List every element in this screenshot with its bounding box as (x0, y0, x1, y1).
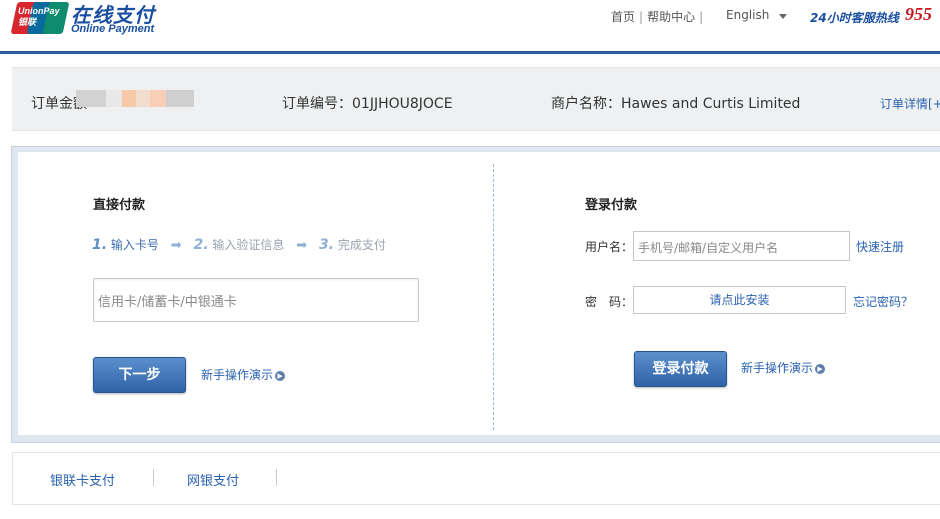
unionpay-logo: UnionPay 银联 (10, 0, 70, 36)
redacted-amount-part (166, 90, 194, 107)
login-pay-button[interactable]: 登录付款 (634, 351, 727, 387)
order-info-bar: 订单金额 订单编号：01JJHOU8JOCE 商户名称：Hawes and Cu… (12, 67, 940, 131)
redacted-amount (76, 90, 106, 107)
redacted-amount-part (106, 90, 122, 107)
forgot-password-link[interactable]: 忘记密码？ (853, 293, 913, 310)
hotline-label: 24小时客服热线 (810, 11, 899, 25)
beginner-demo-link[interactable]: 新手操作演示 ▶ (741, 359, 826, 376)
login-pay-title: 登录付款 (585, 198, 638, 213)
order-number-value: 01JJHOU8JOCE (352, 96, 453, 112)
quick-register-link[interactable]: 快速注册 (856, 238, 904, 255)
redacted-amount-part (150, 90, 166, 107)
page-header: UnionPay 银联 在线支付 Online Payment 首页 | 帮助中心 |… (0, 0, 940, 54)
username-input[interactable]: 手机号/邮箱/自定义用户名 (633, 231, 850, 261)
header-divider (0, 51, 940, 54)
chevron-down-icon[interactable] (779, 14, 787, 19)
nav-home-link[interactable]: 首页 (611, 10, 635, 24)
payment-panel: 直接付款 1. 输入卡号 ➡ 2. 输入验证信息 ➡ 3. 完成支付 信用卡/储… (11, 146, 940, 443)
brand-subtitle: Online Payment (71, 23, 155, 35)
arrow-right-icon: ➡ (296, 238, 308, 253)
card-number-input[interactable]: 信用卡/储蓄卡/中银通卡 (93, 278, 419, 322)
arrow-right-icon: ➡ (170, 238, 182, 253)
progress-steps: 1. 输入卡号 ➡ 2. 输入验证信息 ➡ 3. 完成支付 (92, 236, 386, 253)
payment-method-tabs: 银联卡支付 网银支付 (12, 452, 940, 505)
redacted-amount-part (122, 90, 136, 107)
top-nav: 首页 | 帮助中心 | (611, 8, 707, 26)
nav-separator: | (699, 10, 704, 24)
password-plugin-input[interactable]: 请点此安装 (633, 286, 846, 314)
merchant-value: Hawes and Curtis Limited (621, 96, 801, 112)
username-label: 用户名： (585, 240, 634, 254)
tab-online-banking[interactable]: 网银支付 (187, 470, 239, 489)
step-number: 1. (92, 237, 108, 253)
order-number: 订单编号：01JJHOU8JOCE (282, 93, 453, 113)
play-icon: ▶ (275, 370, 286, 381)
language-selector[interactable]: English (726, 8, 769, 22)
step-label: 完成支付 (337, 238, 386, 252)
step-label: 输入卡号 (110, 238, 159, 252)
next-step-button[interactable]: 下一步 (93, 357, 186, 393)
demo-link-label: 新手操作演示 (201, 368, 274, 382)
demo-link-label: 新手操作演示 (741, 361, 814, 375)
nav-help-link[interactable]: 帮助中心 (647, 10, 695, 24)
nav-separator: | (639, 10, 644, 24)
section-divider (493, 164, 494, 430)
direct-pay-title: 直接付款 (93, 198, 146, 213)
merchant-name: 商户名称：Hawes and Curtis Limited (551, 93, 800, 113)
tab-divider (276, 469, 277, 486)
step-label: 输入验证信息 (212, 238, 285, 252)
hotline-number: 955 (905, 4, 932, 24)
order-details-link[interactable]: 订单详情[+] (880, 95, 940, 112)
merchant-label: 商户名称： (551, 96, 621, 112)
beginner-demo-link[interactable]: 新手操作演示 ▶ (201, 366, 286, 383)
redacted-amount-part (136, 90, 150, 107)
tab-divider (153, 469, 154, 486)
step-number: 3. (318, 237, 334, 253)
order-number-label: 订单编号： (282, 96, 352, 112)
play-icon: ▶ (815, 363, 826, 374)
tab-unionpay-card[interactable]: 银联卡支付 (50, 470, 115, 489)
payment-panel-body: 直接付款 1. 输入卡号 ➡ 2. 输入验证信息 ➡ 3. 完成支付 信用卡/储… (18, 152, 940, 435)
step-number: 2. (193, 237, 209, 253)
password-label: 密 码： (585, 295, 634, 309)
